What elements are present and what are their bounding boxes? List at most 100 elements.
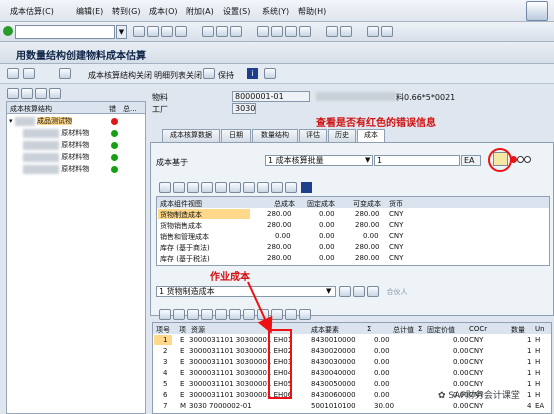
save-icon[interactable] [133, 26, 145, 37]
first-page-icon[interactable] [257, 26, 270, 37]
tree-node[interactable]: 原材料物 [23, 164, 89, 174]
col-resource: 资源 [191, 326, 205, 334]
lot-size-field[interactable]: 1 [374, 155, 460, 166]
print-icon[interactable] [243, 309, 255, 320]
cost-base-select[interactable]: 1 成本核算批量 [265, 155, 373, 166]
layout-icon[interactable] [271, 309, 283, 320]
table-row[interactable]: 销售和管理成本 [160, 232, 209, 242]
menu-help[interactable]: 帮助(H) [298, 6, 326, 17]
sort-desc-icon[interactable] [367, 286, 379, 297]
material-field[interactable]: 8000001-01 [232, 91, 310, 102]
partner-button[interactable]: 合伙人 [387, 288, 408, 296]
export-icon[interactable] [257, 309, 269, 320]
command-dropdown-icon[interactable]: ▼ [116, 25, 127, 39]
select-layout-icon[interactable] [285, 309, 297, 320]
menu-goto[interactable]: 转到(G) [112, 6, 140, 17]
info-icon[interactable] [300, 182, 312, 193]
table-row[interactable]: 4 E 3000031101 30300001 EH04 8430040000 0.00… [153, 369, 551, 380]
prev-page-icon[interactable] [271, 26, 284, 37]
shortcut-icon[interactable] [340, 26, 353, 37]
save-cost-estimate-button[interactable]: 保持 [218, 70, 234, 81]
table-cell: CNY [469, 380, 484, 388]
tree-node[interactable]: 原材料物 [23, 140, 89, 150]
page-title: 用数量结构创建物料成本估算 [16, 51, 146, 62]
log-icon[interactable] [264, 68, 276, 79]
sort-asc-icon[interactable] [173, 309, 185, 320]
last-page-icon[interactable] [299, 26, 312, 37]
tree-node-root[interactable]: ▾ 成品测试物 [9, 116, 72, 126]
layout-icon[interactable] [381, 26, 394, 37]
structure-off-button[interactable]: 成本核算结构关闭 [88, 70, 152, 81]
cancel-icon[interactable] [175, 26, 187, 37]
sort-desc-icon[interactable] [187, 309, 199, 320]
new-session-icon[interactable] [326, 26, 339, 37]
tab-costs[interactable]: 成本 [357, 129, 385, 143]
menu-system[interactable]: 系统(Y) [262, 6, 289, 17]
table-row[interactable]: 2 E 3000031101 30300001 EH02 8430020000 0.00… [153, 347, 551, 358]
sort-desc-icon[interactable] [187, 182, 199, 193]
expand-icon[interactable] [7, 88, 19, 99]
table-row[interactable]: 库存 (基于税法) [160, 254, 210, 264]
list-off-button[interactable]: 明细列表关闭 [154, 70, 202, 81]
tab-costing-data[interactable]: 成本核算数据 [162, 129, 220, 142]
plant-field[interactable]: 3030 [232, 103, 256, 114]
export-icon[interactable] [257, 182, 269, 193]
table-row[interactable]: 货物销售成本 [160, 221, 202, 231]
subtotal-icon[interactable] [229, 182, 241, 193]
menu-settings[interactable]: 设置(S) [223, 6, 250, 17]
table-row[interactable]: 库存 (基于商法) [160, 243, 210, 253]
table-row[interactable]: 7 M 3030 7000002-01 5001010100 30.00 0.00 CNY 4… [153, 402, 551, 413]
tab-valuation[interactable]: 评估 [299, 129, 327, 142]
menu-extras[interactable]: 附加(A) [186, 6, 214, 17]
find-next-icon[interactable] [230, 26, 243, 37]
structure-icon[interactable] [59, 68, 71, 79]
select-layout-icon[interactable] [285, 182, 297, 193]
tab-dates[interactable]: 日期 [221, 129, 251, 142]
tab-history[interactable]: 历史 [328, 129, 356, 142]
sum-icon[interactable] [215, 309, 227, 320]
chevron-down-icon[interactable]: ▼ [365, 156, 370, 164]
next-page-icon[interactable] [285, 26, 298, 37]
display-change-icon[interactable] [7, 68, 19, 79]
layout-icon[interactable] [271, 182, 283, 193]
tree-node[interactable]: 原材料物 [23, 128, 89, 138]
tree-node[interactable]: 原材料物 [23, 152, 89, 162]
cost-icon[interactable] [203, 68, 215, 79]
help-icon[interactable] [367, 26, 380, 37]
menu-edit[interactable]: 编辑(E) [76, 6, 103, 17]
details-icon[interactable] [159, 182, 171, 193]
sort-asc-icon[interactable] [353, 286, 365, 297]
sort-asc-icon[interactable] [173, 182, 185, 193]
chevron-down-icon[interactable]: ▼ [326, 287, 331, 295]
back-icon[interactable] [147, 26, 159, 37]
find-icon[interactable] [216, 26, 229, 37]
info-icon[interactable]: i [247, 68, 258, 79]
print-icon[interactable] [202, 26, 215, 37]
tree-header: 成本核算结构 错 总... [7, 102, 145, 114]
collapse-icon[interactable] [21, 88, 33, 99]
tab-qty-structure[interactable]: 数量结构 [252, 129, 298, 142]
table-row[interactable]: 1 E 3000031101 30300001 EH01 8430010000 0.00… [153, 336, 551, 347]
exit-icon[interactable] [161, 26, 173, 37]
other-cost-estimate-icon[interactable] [23, 68, 35, 79]
table-row[interactable]: 3 E 3000031101 30300001 EH03 8430030000 0.00… [153, 358, 551, 369]
print-icon[interactable] [243, 182, 255, 193]
details-icon[interactable] [339, 286, 351, 297]
sum-icon[interactable] [215, 182, 227, 193]
table-cell: H [535, 347, 541, 355]
settings-icon[interactable] [49, 88, 61, 99]
enter-icon[interactable] [3, 26, 13, 36]
table-row[interactable]: 货物制造成本 [160, 210, 202, 220]
subtotal-icon[interactable] [229, 309, 241, 320]
cost-view-select[interactable]: 1 货物制造成本 [156, 286, 336, 297]
material-icon [14, 116, 35, 126]
filter-icon[interactable] [201, 309, 213, 320]
col-view: 成本组件视图 [160, 200, 202, 208]
menu-cost-estimate[interactable]: 成本估算(C) [10, 6, 54, 17]
menu-cost[interactable]: 成本(O) [149, 6, 178, 17]
details-icon[interactable] [159, 309, 171, 320]
command-field[interactable] [15, 25, 115, 39]
filter-icon[interactable] [201, 182, 213, 193]
filter-icon[interactable] [35, 88, 47, 99]
graphic-icon[interactable] [299, 309, 311, 320]
